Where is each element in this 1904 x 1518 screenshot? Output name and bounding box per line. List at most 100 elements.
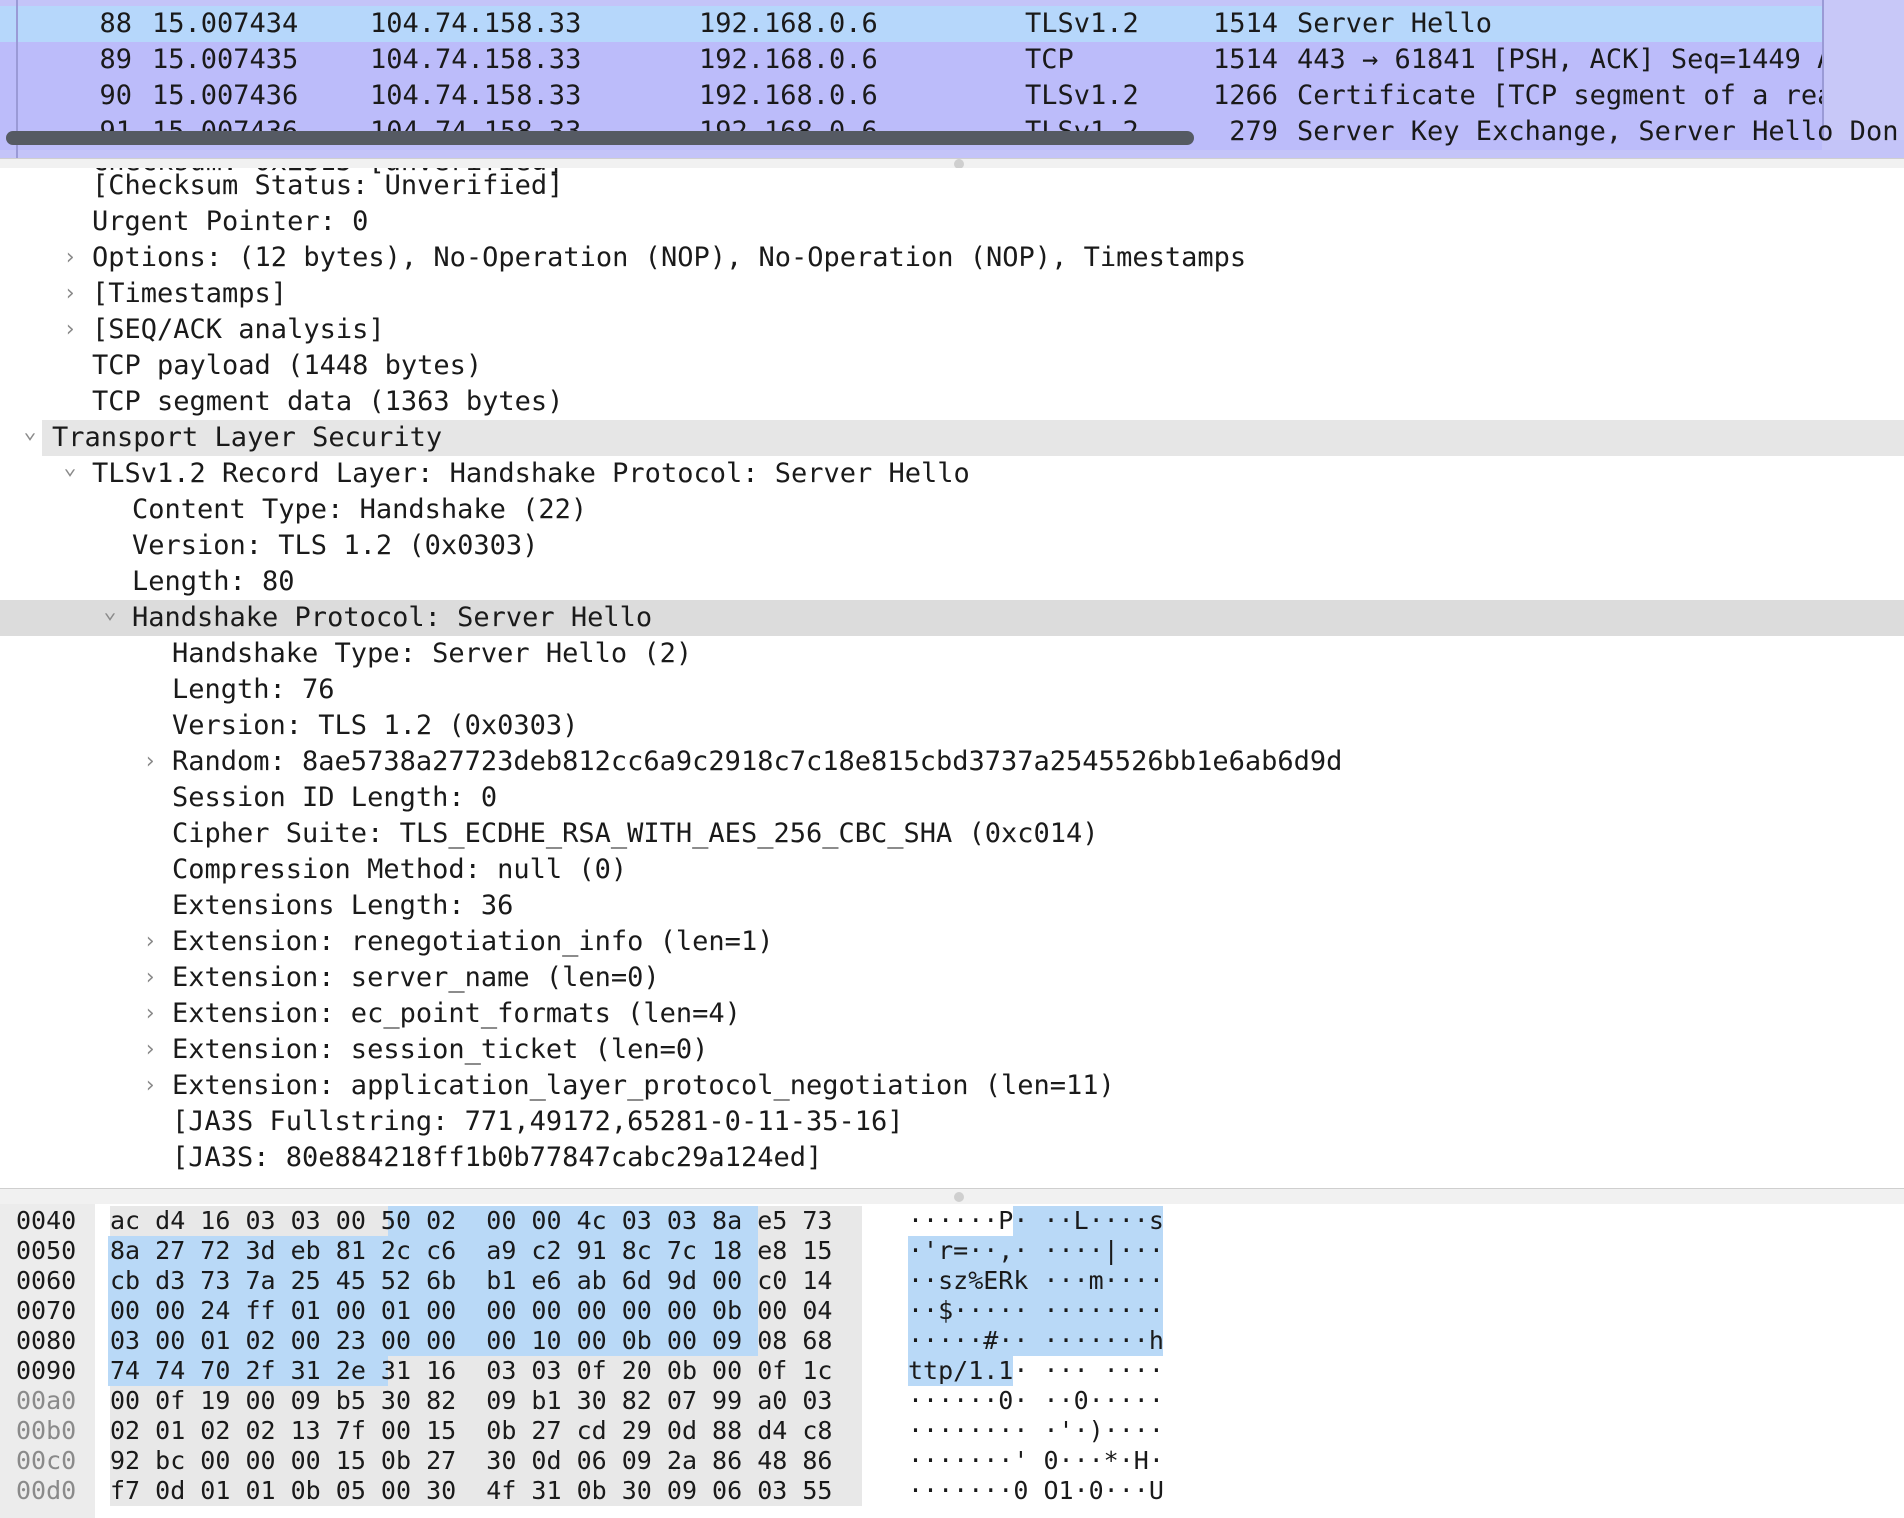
byte-row[interactable]: 0080 03 00 01 02 00 23 00 00 00 10 00 0b … bbox=[0, 1326, 1904, 1356]
tree-item[interactable]: TCP payload (1448 bytes) bbox=[0, 348, 1904, 384]
byte-row[interactable]: 0090 74 74 70 2f 31 2e 31 16 03 03 0f 20 … bbox=[0, 1356, 1904, 1386]
packet-destination: 192.168.0.6 bbox=[699, 8, 878, 39]
hex-bytes[interactable]: 92 bc 00 00 00 15 0b 27 30 0d 06 09 2a 8… bbox=[110, 1446, 832, 1476]
ascii-bytes[interactable]: ··$····· ········ bbox=[908, 1296, 1164, 1326]
tree-item-label: Extension: session_ticket (len=0) bbox=[172, 1034, 709, 1065]
byte-row[interactable]: 00b0 02 01 02 02 13 7f 00 15 0b 27 cd 29 … bbox=[0, 1416, 1904, 1446]
collapse-chevron-icon[interactable]: ⌄ bbox=[18, 420, 42, 456]
expand-chevron-icon[interactable]: › bbox=[58, 312, 82, 348]
tree-item[interactable]: › Extension: session_ticket (len=0) bbox=[0, 1032, 1904, 1068]
ascii-bytes[interactable]: ttp/1.1· ··· ···· bbox=[908, 1356, 1164, 1386]
ascii-bytes[interactable]: ·······0 O1·0···U bbox=[908, 1476, 1164, 1506]
tree-item[interactable]: TCP segment data (1363 bytes) bbox=[0, 384, 1904, 420]
tree-item[interactable]: Version: TLS 1.2 (0x0303) bbox=[0, 528, 1904, 564]
tree-item[interactable]: Version: TLS 1.2 (0x0303) bbox=[0, 708, 1904, 744]
collapse-chevron-icon[interactable]: ⌄ bbox=[58, 456, 82, 492]
packet-source: 104.74.158.33 bbox=[370, 80, 582, 111]
ascii-bytes[interactable]: ·····#·· ·······h bbox=[908, 1326, 1164, 1356]
expand-chevron-icon[interactable]: › bbox=[58, 240, 82, 276]
byte-offset: 0060 bbox=[16, 1266, 77, 1295]
packet-length: 1514 bbox=[1212, 44, 1278, 75]
tree-item-label: Extension: application_layer_protocol_ne… bbox=[172, 1070, 1115, 1101]
hex-bytes[interactable]: 8a 27 72 3d eb 81 2c c6 a9 c2 91 8c 7c 1… bbox=[110, 1236, 832, 1266]
tree-item[interactable]: › Random: 8ae5738a27723deb812cc6a9c2918c7… bbox=[0, 744, 1904, 780]
hex-bytes[interactable]: 74 74 70 2f 31 2e 31 16 03 03 0f 20 0b 0… bbox=[110, 1356, 832, 1386]
hex-bytes[interactable]: ac d4 16 03 03 00 50 02 00 00 4c 03 03 8… bbox=[110, 1206, 832, 1236]
ascii-bytes[interactable]: ·······' 0···*·H· bbox=[908, 1446, 1164, 1476]
hex-bytes[interactable]: f7 0d 01 01 0b 05 00 30 4f 31 0b 30 09 0… bbox=[110, 1476, 832, 1506]
byte-row[interactable]: 00c0 92 bc 00 00 00 15 0b 27 30 0d 06 09 … bbox=[0, 1446, 1904, 1476]
packet-length: 1266 bbox=[1212, 80, 1278, 111]
tree-item[interactable]: Cipher Suite: TLS_ECDHE_RSA_WITH_AES_256… bbox=[0, 816, 1904, 852]
expand-chevron-icon[interactable]: › bbox=[138, 924, 162, 960]
tree-item[interactable]: Length: 80 bbox=[0, 564, 1904, 600]
tree-item[interactable]: ⌄ TLSv1.2 Record Layer: Handshake Protoco… bbox=[0, 456, 1904, 492]
packet-destination: 192.168.0.6 bbox=[699, 44, 878, 75]
tree-item[interactable]: Handshake Type: Server Hello (2) bbox=[0, 636, 1904, 672]
tree-item[interactable]: Content Type: Handshake (22) bbox=[0, 492, 1904, 528]
hex-bytes[interactable]: 00 00 24 ff 01 00 01 00 00 00 00 00 00 0… bbox=[110, 1296, 832, 1326]
ascii-bytes[interactable]: ··sz%ERk ···m···· bbox=[908, 1266, 1164, 1296]
expand-chevron-icon[interactable]: › bbox=[138, 960, 162, 996]
byte-row[interactable]: 0050 8a 27 72 3d eb 81 2c c6 a9 c2 91 8c … bbox=[0, 1236, 1904, 1266]
tree-item[interactable]: Session ID Length: 0 bbox=[0, 780, 1904, 816]
tree-item[interactable]: › Options: (12 bytes), No-Operation (NOP)… bbox=[0, 240, 1904, 276]
tree-item[interactable]: [JA3S: 80e884218ff1b0b77847cabc29a124ed] bbox=[0, 1140, 1904, 1176]
tree-item-label: [JA3S: 80e884218ff1b0b77847cabc29a124ed] bbox=[172, 1142, 823, 1173]
packet-protocol: TLSv1.2 bbox=[1025, 8, 1139, 39]
tree-item[interactable]: ⌄ Handshake Protocol: Server Hello bbox=[0, 600, 1904, 636]
ascii-bytes[interactable]: ·'r=··,· ····|··· bbox=[908, 1236, 1164, 1266]
tree-item[interactable]: ⌄ Transport Layer Security bbox=[23, 420, 1904, 456]
tree-item[interactable]: › [Timestamps] bbox=[0, 276, 1904, 312]
byte-row[interactable]: 0040 ac d4 16 03 03 00 50 02 00 00 4c 03 … bbox=[0, 1206, 1904, 1236]
tree-item[interactable]: Length: 76 bbox=[0, 672, 1904, 708]
byte-row[interactable]: 00d0 f7 0d 01 01 0b 05 00 30 4f 31 0b 30 … bbox=[0, 1476, 1904, 1506]
tree-item[interactable]: Compression Method: null (0) bbox=[0, 852, 1904, 888]
byte-row[interactable]: 0060 cb d3 73 7a 25 45 52 6b b1 e6 ab 6d … bbox=[0, 1266, 1904, 1296]
packet-row[interactable]: 88 15.007434 104.74.158.33 192.168.0.6 TLSv1… bbox=[0, 6, 1822, 42]
byte-offset: 00d0 bbox=[16, 1476, 77, 1505]
ascii-bytes[interactable]: ······0· ··0····· bbox=[908, 1386, 1164, 1416]
byte-row[interactable]: 0070 00 00 24 ff 01 00 01 00 00 00 00 00 … bbox=[0, 1296, 1904, 1326]
expand-chevron-icon[interactable]: › bbox=[138, 744, 162, 780]
packet-bytes-pane[interactable]: 0040 ac d4 16 03 03 00 50 02 00 00 4c 03 … bbox=[0, 1204, 1904, 1518]
ascii-bytes[interactable]: ········ ·'·)···· bbox=[908, 1416, 1164, 1446]
packet-details-tree[interactable]: Checksum: 0x2315 [unverified] [Checksum … bbox=[0, 168, 1904, 1188]
packet-row[interactable]: 89 15.007435 104.74.158.33 192.168.0.6 TCP 15… bbox=[0, 42, 1822, 78]
tree-item[interactable]: Urgent Pointer: 0 bbox=[0, 204, 1904, 240]
tree-item[interactable]: Extensions Length: 36 bbox=[0, 888, 1904, 924]
splitter-handle-icon[interactable] bbox=[954, 1192, 964, 1202]
packet-list-horizontal-scrollbar[interactable] bbox=[6, 131, 1194, 145]
tree-item[interactable]: [Checksum Status: Unverified] bbox=[0, 168, 1904, 204]
tree-item-label: Handshake Protocol: Server Hello bbox=[132, 602, 653, 633]
tree-item-label: Extension: ec_point_formats (len=4) bbox=[172, 998, 741, 1029]
packet-info: 443 → 61841 [PSH, ACK] Seq=1449 Ac bbox=[1297, 44, 1822, 75]
expand-chevron-icon[interactable]: › bbox=[58, 276, 82, 312]
hex-bytes[interactable]: 03 00 01 02 00 23 00 00 00 10 00 0b 00 0… bbox=[110, 1326, 832, 1356]
packet-number: 90 bbox=[99, 80, 132, 111]
tree-item-label: Version: TLS 1.2 (0x0303) bbox=[132, 530, 539, 561]
expand-chevron-icon[interactable]: › bbox=[138, 996, 162, 1032]
hex-bytes[interactable]: cb d3 73 7a 25 45 52 6b b1 e6 ab 6d 9d 0… bbox=[110, 1266, 832, 1296]
hex-bytes[interactable]: 00 0f 19 00 09 b5 30 82 09 b1 30 82 07 9… bbox=[110, 1386, 832, 1416]
tree-item[interactable]: › [SEQ/ACK analysis] bbox=[0, 312, 1904, 348]
expand-chevron-icon[interactable]: › bbox=[138, 1032, 162, 1068]
expand-chevron-icon[interactable]: › bbox=[138, 1068, 162, 1104]
tree-item[interactable]: › Extension: ec_point_formats (len=4) bbox=[0, 996, 1904, 1032]
packet-info: Server Key Exchange, Server Hello Done bbox=[1297, 116, 1897, 147]
packet-row[interactable]: 90 15.007436 104.74.158.33 192.168.0.6 TLSv1… bbox=[0, 78, 1822, 114]
packet-list[interactable]: 88 15.007434 104.74.158.33 192.168.0.6 TLSv1… bbox=[0, 0, 1904, 158]
tree-item-label: Transport Layer Security bbox=[52, 422, 443, 453]
tree-item[interactable]: [JA3S Fullstring: 771,49172,65281-0-11-3… bbox=[0, 1104, 1904, 1140]
byte-row[interactable]: 00a0 00 0f 19 00 09 b5 30 82 09 b1 30 82 … bbox=[0, 1386, 1904, 1416]
tree-item-label: Compression Method: null (0) bbox=[172, 854, 628, 885]
tree-item[interactable]: › Extension: application_layer_protocol_n… bbox=[0, 1068, 1904, 1104]
tree-item[interactable]: › Extension: renegotiation_info (len=1) bbox=[0, 924, 1904, 960]
collapse-chevron-icon[interactable]: ⌄ bbox=[98, 600, 122, 636]
packet-number: 88 bbox=[99, 8, 132, 39]
tree-item[interactable]: › Extension: server_name (len=0) bbox=[0, 960, 1904, 996]
ascii-bytes[interactable]: ······P· ··L····s bbox=[908, 1206, 1164, 1236]
packet-info: Server Hello bbox=[1297, 8, 1493, 39]
hex-bytes[interactable]: 02 01 02 02 13 7f 00 15 0b 27 cd 29 0d 8… bbox=[110, 1416, 832, 1446]
tree-item-label: [SEQ/ACK analysis] bbox=[92, 314, 385, 345]
